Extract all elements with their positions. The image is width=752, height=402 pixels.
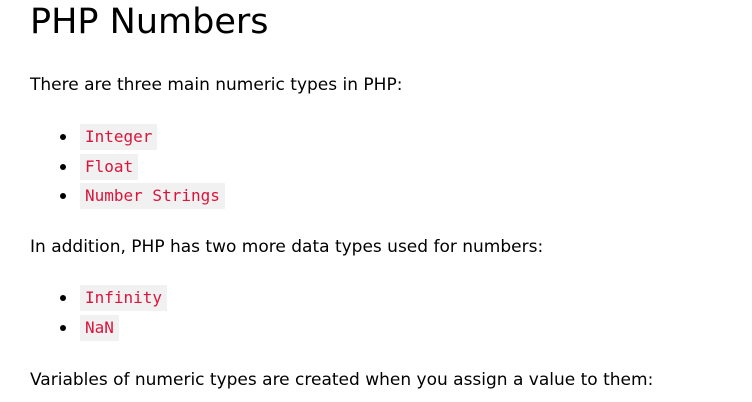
main-types-list: Integer Float Number Strings — [30, 124, 225, 213]
list-item: Float — [30, 153, 225, 184]
bullet-icon — [60, 324, 66, 331]
code-term: Integer — [80, 124, 158, 150]
page-title: PHP Numbers — [30, 2, 269, 42]
addition-paragraph: In addition, PHP has two more data types… — [30, 237, 544, 257]
code-term: Float — [80, 153, 139, 180]
code-term: NaN — [80, 314, 119, 341]
code-term: Infinity — [80, 285, 168, 311]
code-term: Number Strings — [80, 183, 225, 209]
list-item: Integer — [30, 124, 225, 154]
bullet-icon — [60, 134, 66, 140]
list-item: Number Strings — [30, 183, 225, 213]
bullet-icon — [60, 295, 66, 301]
intro-paragraph: There are three main numeric types in PH… — [30, 75, 403, 95]
extra-types-list: Infinity NaN — [30, 285, 168, 345]
list-item: Infinity — [30, 285, 168, 315]
closing-paragraph: Variables of numeric types are created w… — [30, 370, 654, 390]
list-item: NaN — [30, 314, 167, 345]
bullet-icon — [60, 163, 66, 170]
bullet-icon — [60, 193, 66, 199]
